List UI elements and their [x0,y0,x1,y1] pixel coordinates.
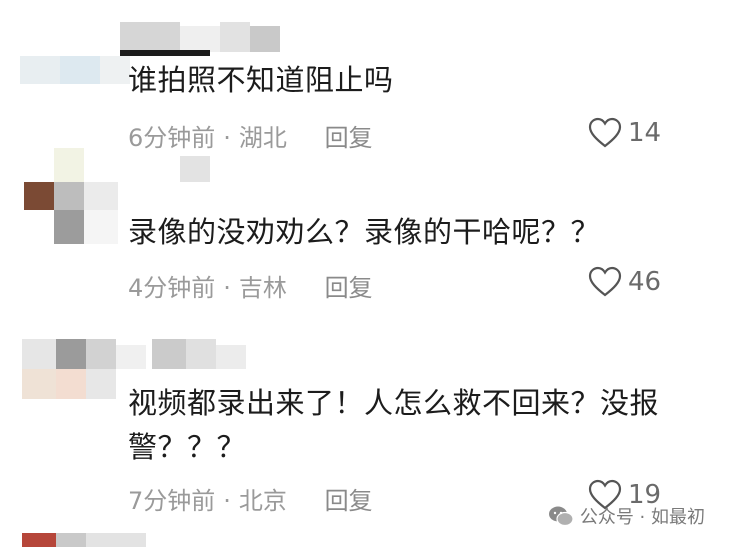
like-count: 14 [628,118,662,148]
comment-location: 吉林 [238,274,287,302]
heart-outline-icon [588,266,622,297]
like-button[interactable]: 46 [588,266,661,298]
wechat-icon [548,506,574,527]
like-button[interactable]: 14 [588,117,661,149]
heart-outline-icon [588,117,622,148]
blurred-avatar-next [22,533,252,547]
comment-time: 4分钟前 [128,274,216,302]
comment-time: 7分钟前 [128,487,216,515]
reply-button[interactable]: 回复 [325,274,373,302]
watermark-text: 公众号 · 如最初 [579,507,705,528]
like-count: 46 [628,267,662,297]
comment-location: 北京 [238,487,287,515]
meta-separator: · [223,274,231,302]
comment-text: 录像的没劝劝么？录像的干哈呢？？ [128,215,601,249]
comment-text: 谁拍照不知道阻止吗 [128,63,394,97]
reply-button[interactable]: 回复 [325,487,373,515]
comment-meta: 4分钟前 · 吉林 回复 [128,268,373,303]
comment-item: 录像的没劝劝么？录像的干哈呢？？ 4分钟前 · 吉林 回复 46 [0,148,729,328]
watermark: 公众号 · 如最初 [548,503,705,529]
comment-item: 视频都录出来了！人怎么救不回来？没报警？？？ 7分钟前 · 北京 回复 19 [0,335,729,525]
meta-separator: · [223,487,231,515]
comment-text: 视频都录出来了！人怎么救不回来？没报警？？？ [128,386,660,464]
comment-meta: 7分钟前 · 北京 回复 [128,481,373,516]
